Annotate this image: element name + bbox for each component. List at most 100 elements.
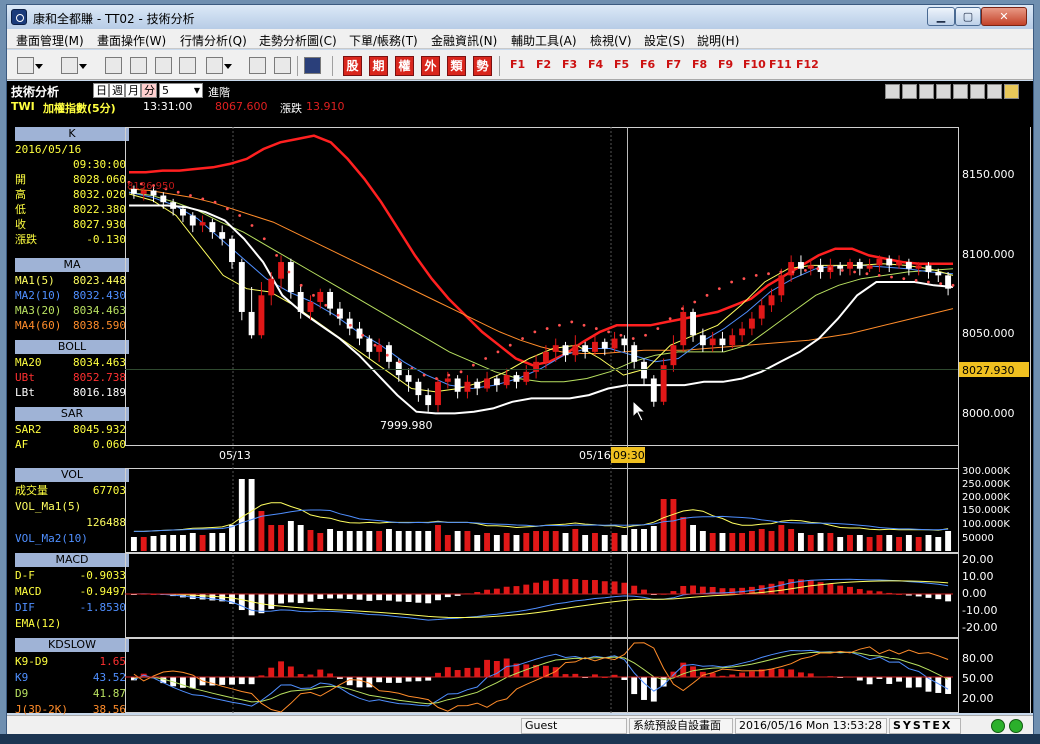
kd-bar <box>631 677 638 695</box>
sar-dot <box>447 373 451 377</box>
maximize-button[interactable]: ▢ <box>955 7 981 26</box>
f1-button[interactable]: F1 <box>510 58 525 71</box>
candle-body <box>199 222 206 226</box>
f11-button[interactable]: F11 <box>769 58 792 71</box>
status-bar: Guest 系統預設自設畫面 2016/05/16 Mon 13:53:28 S… <box>7 715 1033 735</box>
tile-icon[interactable] <box>155 57 172 74</box>
menu-tools[interactable]: 輔助工具(A) <box>511 32 577 49</box>
sar-dot <box>435 377 438 380</box>
category-button[interactable]: 類 <box>447 56 466 76</box>
f6-button[interactable]: F6 <box>640 58 655 71</box>
volume-bar <box>327 529 334 551</box>
options-button[interactable]: 權 <box>395 56 414 76</box>
sar-dot <box>238 214 242 217</box>
screen-icon[interactable] <box>274 57 291 74</box>
brand-logo-icon[interactable] <box>304 57 321 74</box>
sar-dot <box>742 277 746 281</box>
f7-button[interactable]: F7 <box>666 58 681 71</box>
current-price-tag-text: 8027.930 <box>962 364 1015 377</box>
macd-bar <box>376 594 383 601</box>
f12-button[interactable]: F12 <box>796 58 819 71</box>
volume-bar <box>641 529 647 551</box>
volume-bar <box>572 529 579 551</box>
candle-body <box>170 202 177 209</box>
chart-canvas[interactable]: 8150.000 8100.000 8050.000 8000.000 8027… <box>7 81 1033 713</box>
status-datetime: 2016/05/16 Mon 13:53:28 <box>735 718 887 734</box>
close-button[interactable]: ✕ <box>981 7 1027 26</box>
vol-tick-5: 100.000K <box>962 519 1010 530</box>
menu-settings[interactable]: 設定(S) <box>644 32 685 49</box>
sar-dot <box>693 300 697 304</box>
sar-dot <box>791 270 795 274</box>
volume-bar <box>925 535 932 551</box>
f4-button[interactable]: F4 <box>588 58 603 71</box>
candle-body <box>739 328 746 336</box>
f3-button[interactable]: F3 <box>562 58 577 71</box>
candle-body <box>650 378 657 402</box>
f9-button[interactable]: F9 <box>718 58 733 71</box>
kd-bar <box>317 669 324 677</box>
menu-trend-chart[interactable]: 走勢分析圖(C) <box>259 32 337 49</box>
menu-finance-info[interactable]: 金融資訊(N) <box>431 32 497 49</box>
f5-button[interactable]: F5 <box>614 58 629 71</box>
volume-bar <box>552 531 559 551</box>
menu-help[interactable]: 說明(H) <box>697 32 739 49</box>
plugin-icon[interactable] <box>206 57 232 74</box>
volume-bar <box>336 531 343 551</box>
sar-dot <box>619 333 623 337</box>
f10-button[interactable]: F10 <box>743 58 766 71</box>
sar-dot <box>348 323 352 327</box>
sar-dot <box>262 237 266 241</box>
cascade-icon[interactable] <box>179 57 196 74</box>
candle-body <box>209 222 216 233</box>
f2-button[interactable]: F2 <box>536 58 551 71</box>
candle-body <box>758 305 765 319</box>
sar-dot <box>570 320 574 324</box>
volume-bar <box>160 535 167 551</box>
candle-body <box>709 338 716 346</box>
volume-bar <box>709 533 716 551</box>
stock-button[interactable]: 股 <box>343 56 362 76</box>
menu-quote-analysis[interactable]: 行情分析(Q) <box>180 32 247 49</box>
vol-tick-1: 300.000K <box>962 466 1010 477</box>
search-icon[interactable] <box>105 57 122 74</box>
candle-body <box>660 365 667 402</box>
macd-bar <box>788 579 795 594</box>
candle-body <box>592 341 598 352</box>
macd-bar <box>680 585 687 594</box>
volume-bar <box>219 533 226 551</box>
chart-tool-icon[interactable] <box>249 57 266 74</box>
windows-taskbar <box>0 734 1040 744</box>
menu-screen-ops[interactable]: 畫面操作(W) <box>97 32 166 49</box>
candle-body <box>807 265 814 269</box>
foreign-button[interactable]: 外 <box>421 56 440 76</box>
layout-icon[interactable] <box>17 57 43 74</box>
close-window-icon[interactable] <box>130 57 147 74</box>
window-icon[interactable] <box>61 57 87 74</box>
volume-bar <box>180 535 186 551</box>
macd-bar <box>523 584 530 594</box>
kd-bar <box>229 677 235 685</box>
volume-bar <box>680 517 687 551</box>
candle-body <box>905 262 912 269</box>
mouse-cursor-icon <box>632 399 647 422</box>
f8-button[interactable]: F8 <box>692 58 707 71</box>
kd-bar <box>395 677 402 683</box>
macd-bar <box>631 585 638 594</box>
minimize-button[interactable]: ▁ <box>927 7 955 26</box>
futures-button[interactable]: 期 <box>369 56 388 76</box>
candle-body <box>219 232 226 239</box>
volume-bar <box>837 537 844 551</box>
menu-order-account[interactable]: 下單/帳務(T) <box>349 32 418 49</box>
kd-bar <box>748 671 755 677</box>
title-bar[interactable]: 康和全都賺 - TT02 - 技術分析 ▁ ▢ ✕ <box>7 5 1033 29</box>
candle-body <box>454 378 461 392</box>
kd-bar <box>768 668 775 677</box>
macd-bar <box>346 594 353 600</box>
macd-signal-line <box>133 580 949 618</box>
candle-body <box>798 262 804 269</box>
menu-screen-manage[interactable]: 畫面管理(M) <box>16 32 84 49</box>
trend-button[interactable]: 勢 <box>473 56 492 76</box>
menu-view[interactable]: 檢視(V) <box>590 32 632 49</box>
volume-bar <box>278 525 284 551</box>
